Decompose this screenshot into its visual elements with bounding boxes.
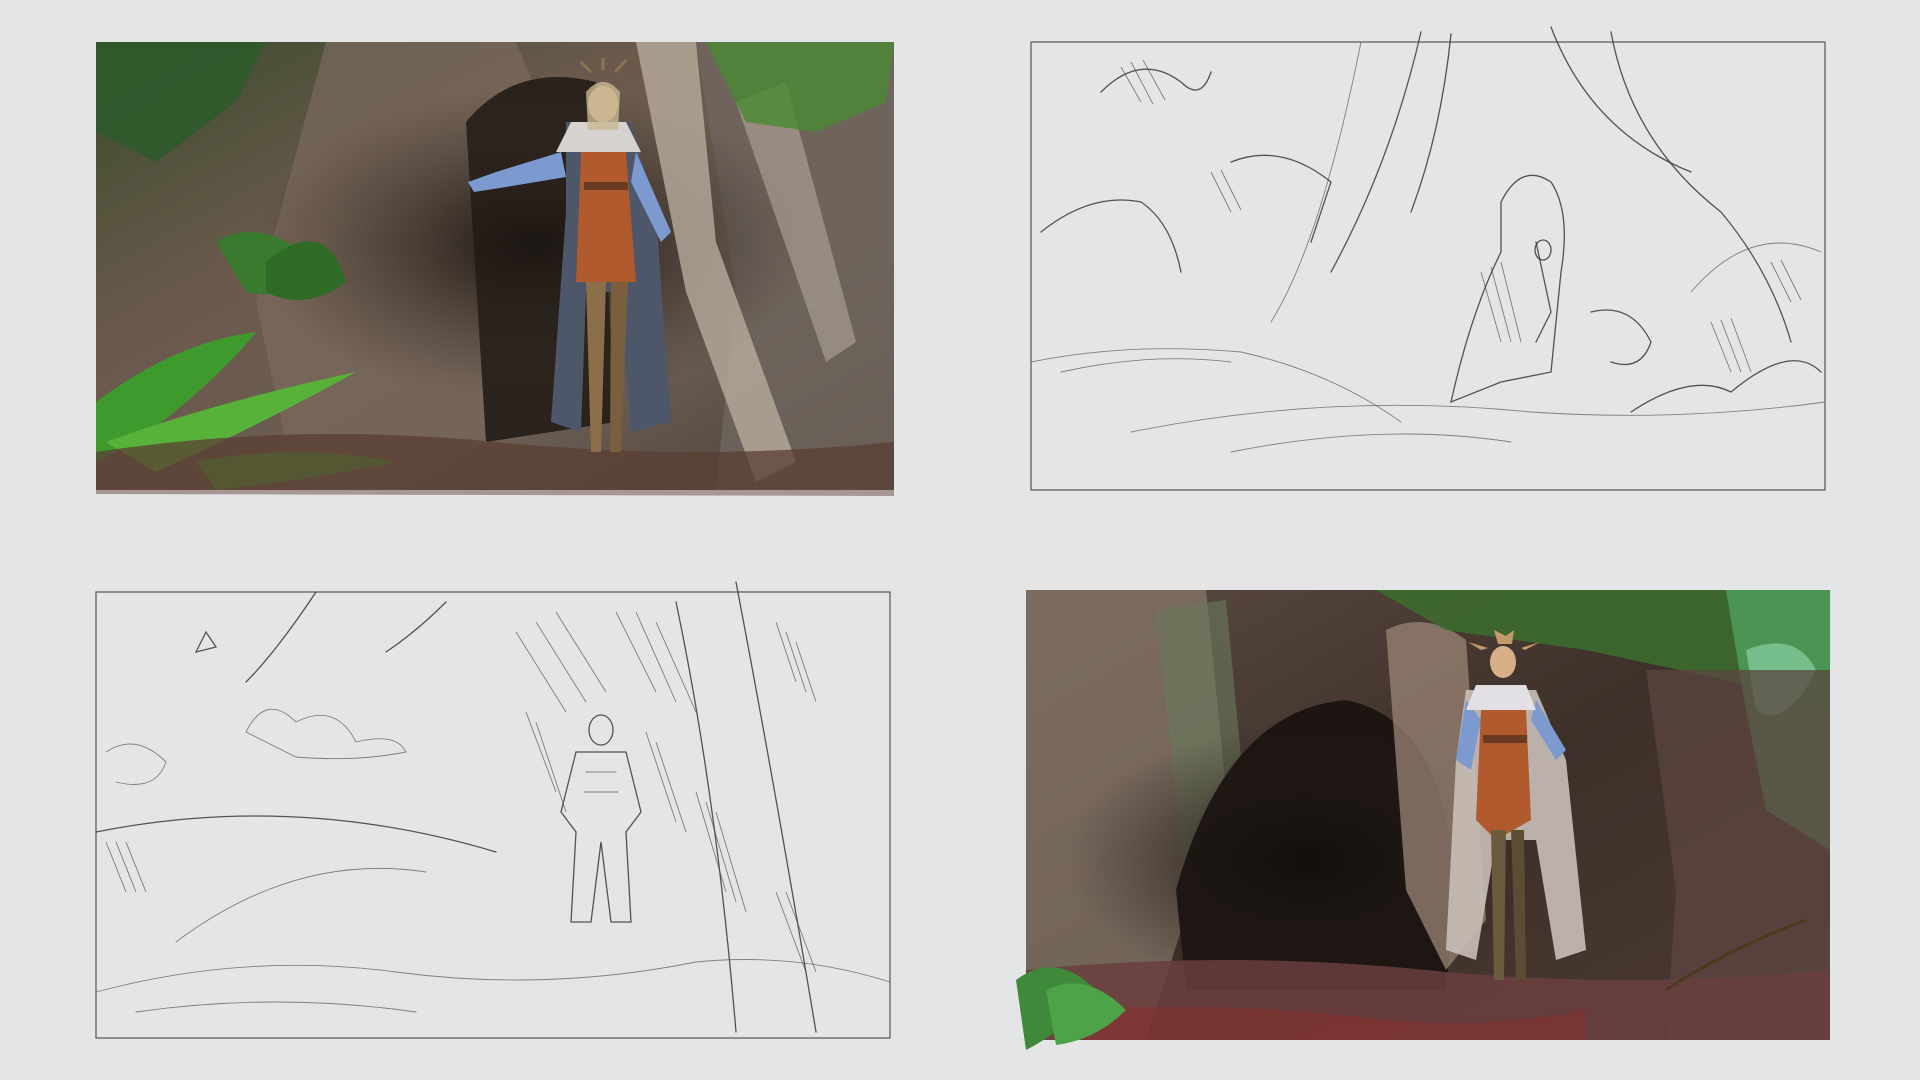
pencil-sketch-1-art — [1030, 26, 1826, 491]
pencil-sketch-panel-1 — [1030, 26, 1826, 491]
colored-sketch-panel-2 — [1016, 590, 1830, 1050]
colored-sketch-1-art — [96, 42, 894, 496]
pencil-sketch-2-art — [95, 581, 891, 1039]
colored-sketch-panel-1 — [96, 42, 894, 496]
pencil-sketch-panel-2 — [95, 581, 891, 1039]
colored-sketch-2-art — [1016, 590, 1830, 1050]
figure-sketch-2 — [560, 714, 642, 923]
